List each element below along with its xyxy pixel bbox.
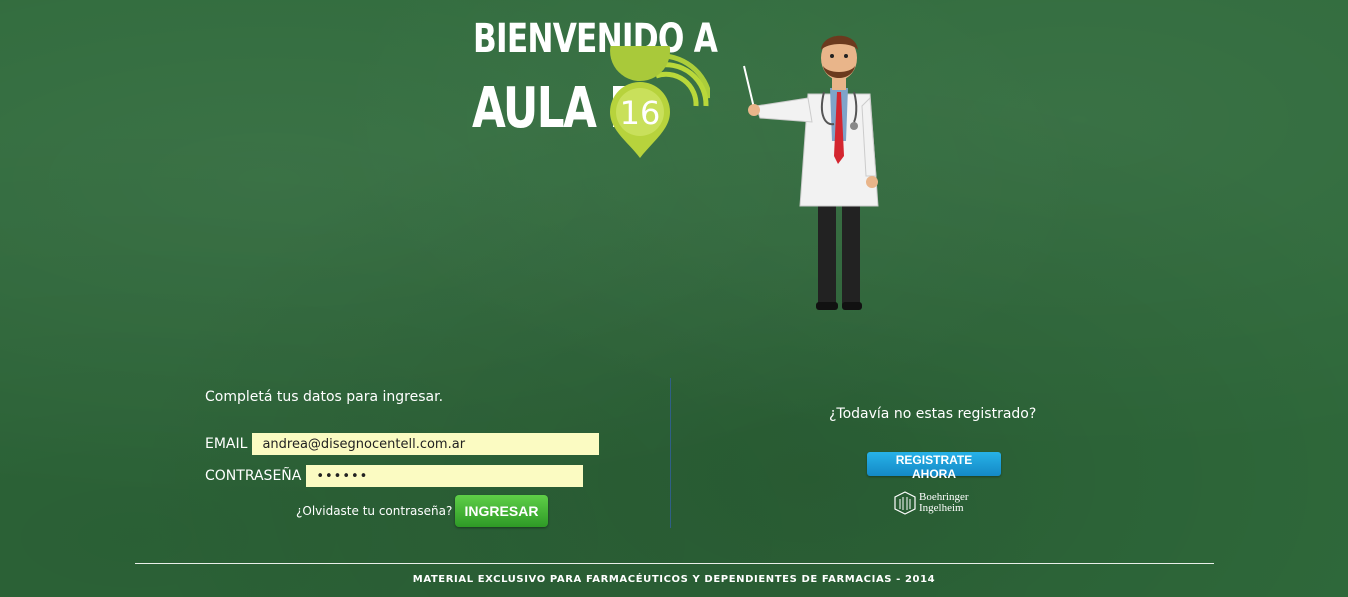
register-prompt: ¿Todavía no estas registrado? xyxy=(829,406,1037,422)
brand-number: 16 xyxy=(620,94,661,132)
email-row: EMAIL xyxy=(205,433,600,455)
login-intro-text: Completá tus datos para ingresar. xyxy=(205,389,444,405)
password-row: CONTRASEÑA xyxy=(205,465,584,487)
forgot-password-link[interactable]: ¿Olvidaste tu contraseña? xyxy=(296,504,452,518)
footer-text: MATERIAL EXCLUSIVO PARA FARMACÉUTICOS Y … xyxy=(412,574,936,585)
email-field[interactable] xyxy=(252,433,600,455)
aula-bi-logo: BIENVENIDO A AULA BI 16 xyxy=(470,14,718,164)
password-label: CONTRASEÑA xyxy=(205,468,302,484)
login-button[interactable]: INGRESAR xyxy=(455,495,548,527)
boehringer-emblem-icon xyxy=(894,491,916,515)
doctor-illustration xyxy=(743,35,879,310)
vertical-divider xyxy=(670,378,671,528)
pin-signal-icon: 16 xyxy=(610,46,710,158)
footer-divider xyxy=(135,563,1214,564)
boehringer-line2: Ingelheim xyxy=(919,502,964,514)
boehringer-logo: Boehringer Ingelheim xyxy=(894,491,968,515)
register-button[interactable]: REGISTRATE AHORA xyxy=(867,452,1001,481)
email-label: EMAIL xyxy=(205,436,248,452)
password-field[interactable] xyxy=(306,465,584,487)
boehringer-wordmark: Boehringer Ingelheim xyxy=(919,492,968,514)
